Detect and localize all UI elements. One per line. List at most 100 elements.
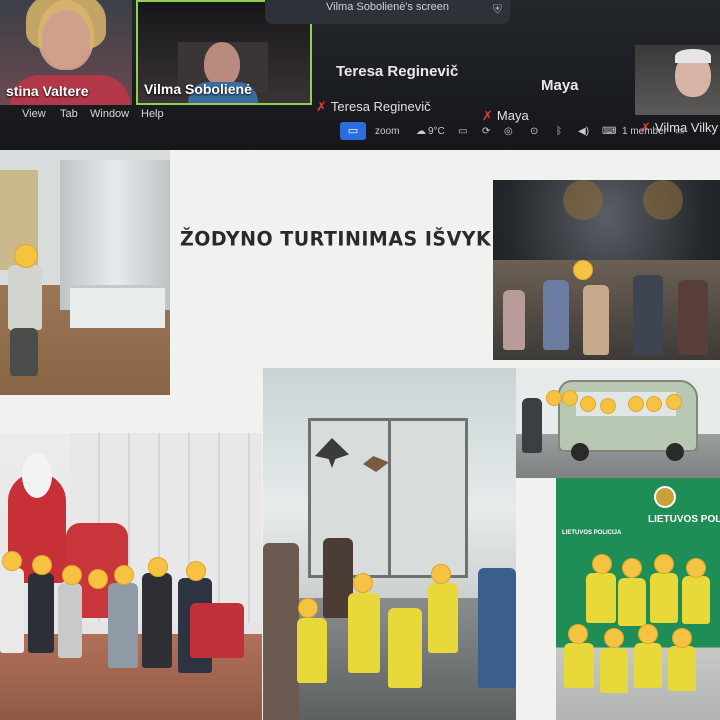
photo-santa-with-children: [0, 433, 262, 720]
child: [503, 290, 525, 350]
shared-slide: ŽODYNO TURTINIMAS IŠVYKŲ METU LIETUVOS P…: [0, 150, 720, 720]
child-safety-vest: [618, 578, 646, 626]
boy-body: [8, 265, 42, 330]
camera-icon[interactable]: ▭: [340, 122, 366, 140]
face-emoji-icon: [568, 624, 588, 644]
door-frame: [388, 418, 391, 578]
face-emoji-icon: [62, 565, 82, 585]
face-emoji-icon: [654, 554, 674, 574]
face-emoji-icon: [604, 628, 624, 648]
participant-label-teresa: ✗ Teresa Reginevič: [316, 99, 431, 114]
child-safety-vest: [428, 583, 458, 653]
video-tile-participant-1[interactable]: stina Valtere: [0, 0, 132, 105]
volume-icon[interactable]: ◀): [578, 126, 589, 137]
menu-bar: View Tab Window Help: [0, 106, 320, 124]
santa-beard: [22, 453, 52, 498]
screen-share-banner[interactable]: Vilma Sobolienė's screen ⛨: [265, 0, 510, 24]
keyboard-icon[interactable]: ⌨: [602, 126, 616, 137]
face-emoji-icon: [573, 260, 593, 280]
menu-item-tab[interactable]: Tab: [60, 108, 78, 120]
photo-museum-visit: [263, 368, 516, 720]
photo-theatre-audience: [493, 180, 720, 360]
photo-boy-in-room: [0, 150, 170, 395]
weather-temp: 9°C: [428, 126, 445, 137]
system-toolbar: ▭ zoom ☁ 9°C ▭ ⟳ ◎ ⊙ ᛒ ◀) ⌨ 1 member ▭: [340, 122, 720, 144]
participant-face-inner: [42, 10, 90, 68]
police-sign-text: LIETUVOS POL: [648, 514, 720, 525]
participant-face: [204, 42, 240, 86]
child: [583, 285, 609, 355]
child-safety-vest: [650, 573, 678, 623]
face-emoji-icon: [666, 394, 682, 410]
bluetooth-icon[interactable]: ᛒ: [556, 126, 562, 137]
bus-wheel: [571, 443, 589, 461]
face-emoji-icon: [672, 628, 692, 648]
face-emoji-icon: [88, 569, 108, 589]
face-emoji-icon: [638, 624, 658, 644]
battery-icon[interactable]: ▭: [675, 126, 684, 137]
participant-name: Vilma Sobolienė: [144, 81, 252, 97]
child: [678, 280, 708, 355]
zoom-top-bar: stina Valtere Vilma Sobolienė Vilma Sobo…: [0, 0, 720, 150]
bus: [558, 380, 698, 452]
face-emoji-icon: [628, 396, 644, 412]
menu-item-help[interactable]: Help: [141, 108, 164, 120]
child: [633, 275, 663, 355]
face-emoji-icon: [686, 558, 706, 578]
face-emoji-icon: [298, 598, 318, 618]
video-tile-participant-5[interactable]: [635, 45, 720, 115]
adult: [522, 398, 542, 453]
screen-share-text: Vilma Sobolienė's screen: [326, 1, 449, 13]
child: [142, 573, 172, 668]
face-emoji-icon: [114, 565, 134, 585]
child: [58, 583, 82, 658]
child: [108, 583, 138, 668]
face-emoji-icon: [148, 557, 168, 577]
face-emoji-icon: [546, 390, 562, 406]
stage-decoration: [563, 180, 603, 220]
display-icon[interactable]: ▭: [458, 126, 467, 137]
child-safety-vest: [600, 648, 628, 693]
weather-icon: ☁: [416, 126, 426, 137]
adult: [478, 568, 516, 688]
record-icon[interactable]: ◎: [504, 126, 513, 137]
boy-legs: [10, 328, 38, 376]
photo-police-visit: LIETUVOS POL LIETUVOS POLICIJA: [556, 478, 720, 720]
face-emoji-icon: [562, 390, 578, 406]
child-safety-vest: [348, 593, 380, 673]
participant-name-maya: Maya: [541, 77, 579, 94]
participant-name-teresa: Teresa Reginevič: [336, 63, 459, 80]
lock-icon[interactable]: ⊙: [530, 126, 538, 137]
participant-hair: [675, 49, 711, 63]
face-emoji-icon: [353, 573, 373, 593]
face-emoji-icon: [580, 396, 596, 412]
participant-name: stina Valtere: [6, 83, 89, 99]
child: [543, 280, 569, 350]
menu-item-view[interactable]: View: [22, 108, 46, 120]
radiator: [70, 285, 165, 328]
face-emoji-icon: [600, 398, 616, 414]
police-emblem-icon: [654, 486, 676, 508]
face-emoji-icon: [2, 551, 22, 571]
face-emoji-icon: [622, 558, 642, 578]
child: [0, 568, 24, 653]
face-emoji-icon: [431, 564, 451, 584]
face-emoji-icon: [32, 555, 52, 575]
police-small-text: LIETUVOS POLICIJA: [562, 530, 622, 536]
sync-icon[interactable]: ⟳: [482, 126, 490, 137]
child-safety-vest: [586, 573, 616, 623]
shield-icon: ⛨: [492, 2, 502, 16]
child-safety-vest: [564, 643, 594, 688]
status-text: 1 member: [622, 126, 668, 137]
app-name: zoom: [375, 126, 400, 137]
photo-bus-trip: [516, 368, 720, 478]
face-emoji-icon: [646, 396, 662, 412]
face-emoji-icon: [186, 561, 206, 581]
bus-wheel: [666, 443, 684, 461]
child-red-sweater: [190, 603, 244, 658]
menu-item-window[interactable]: Window: [90, 108, 129, 120]
child: [28, 573, 54, 653]
child-safety-vest: [682, 576, 710, 624]
child-safety-vest: [668, 646, 696, 691]
child-safety-vest: [388, 608, 422, 688]
